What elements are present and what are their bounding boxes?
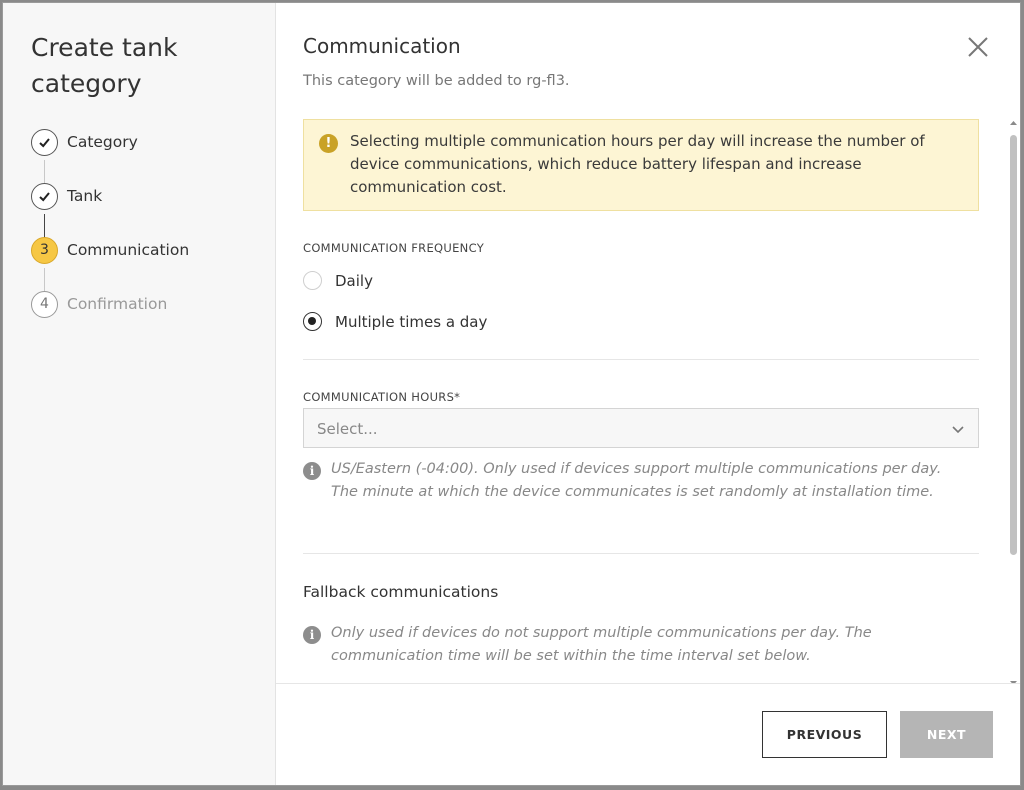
scrollbar-thumb[interactable] [1010,135,1017,555]
dialog-footer: PREVIOUS NEXT [276,683,1020,785]
frequency-label: COMMUNICATION FREQUENCY [303,241,485,255]
warning-text: Selecting multiple communication hours p… [350,132,925,196]
radio-daily[interactable]: Daily [303,271,373,290]
select-placeholder: Select... [317,420,378,438]
info-icon: i [303,462,321,480]
create-tank-category-dialog: Create tank category Category Tank 3 Com… [2,2,1021,786]
step-label: Tank [67,187,103,205]
hours-info-text: US/Eastern (-04:00). Only used if device… [331,461,942,500]
hours-label: COMMUNICATION HOURS* [303,390,461,404]
check-icon [31,128,58,156]
step-number: 4 [31,290,58,318]
radio-label: Daily [335,271,373,290]
radio-button[interactable] [303,312,322,331]
divider [303,553,979,554]
divider [303,359,979,360]
step-content: Communication This category will be adde… [276,3,1020,683]
dialog-title: Create tank category [31,33,178,98]
radio-multiple-times-a-day[interactable]: Multiple times a day [303,312,487,331]
step-number: 3 [31,236,58,264]
exclamation-icon: ! [319,134,338,153]
step-label: Confirmation [67,295,168,313]
communication-hours-select[interactable]: Select... [303,408,979,448]
chevron-down-icon [950,421,966,437]
radio-label: Multiple times a day [335,312,488,331]
step-label: Communication [67,241,190,259]
scroll-up-arrow-icon[interactable] [1009,113,1018,125]
check-icon [31,182,58,210]
fallback-info-text: Only used if devices do not support mult… [331,625,872,664]
previous-button[interactable]: PREVIOUS [762,711,887,758]
warning-banner: ! Selecting multiple communication hours… [303,119,979,211]
page-title: Communication [303,34,461,58]
stepper-sidebar: Create tank category Category Tank 3 Com… [3,3,276,785]
info-icon: i [303,626,321,644]
step-confirmation: 4 Confirmation [31,290,167,318]
step-tank[interactable]: Tank [31,182,102,210]
page-subtitle: This category will be added to rg-fl3. [303,73,570,89]
radio-button[interactable] [303,271,322,290]
step-communication: 3 Communication [31,236,189,264]
next-button[interactable]: NEXT [900,711,993,758]
step-label: Category [67,133,138,151]
step-category[interactable]: Category [31,128,138,156]
fallback-title: Fallback communications [303,583,499,601]
scroll-down-arrow-icon[interactable] [1009,673,1018,683]
scrollbar[interactable] [1009,113,1018,683]
close-icon[interactable] [966,35,990,59]
